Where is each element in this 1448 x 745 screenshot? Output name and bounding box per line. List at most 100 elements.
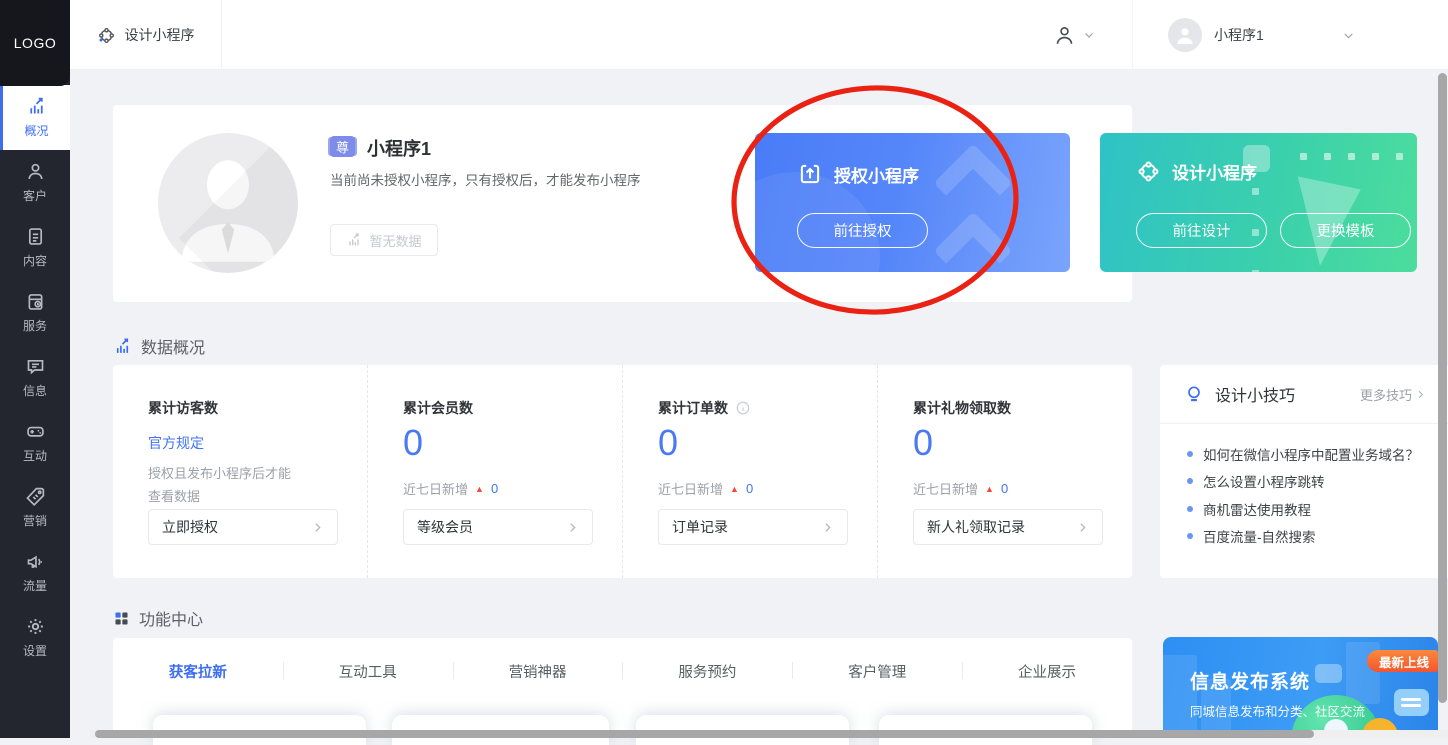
sidebar-item-label: 互动 <box>23 447 47 464</box>
data-overview-header: 数据概况 <box>113 334 205 358</box>
tab-customer-management[interactable]: 客户管理 <box>792 661 962 682</box>
profile-avatar <box>158 133 298 273</box>
chat-bubble-decoration <box>1394 689 1429 716</box>
stat-button-label: 等级会员 <box>417 517 473 537</box>
authorize-card-title-row: 授权小程序 <box>797 161 919 187</box>
tab-service-booking[interactable]: 服务预约 <box>622 661 792 682</box>
tab-enterprise-display[interactable]: 企业展示 <box>962 661 1132 682</box>
up-triangle-icon: ▲ <box>985 484 994 494</box>
sidebar-item-label: 信息 <box>23 382 47 399</box>
sidebar-item-overview[interactable]: 概况 <box>0 85 70 150</box>
horizontal-scrollbar-thumb[interactable] <box>95 730 1314 738</box>
up-triangle-icon: ▲ <box>730 484 739 494</box>
stat-delta: 近七日新增 ▲ 0 <box>403 479 622 498</box>
no-data-button[interactable]: 暂无数据 <box>330 224 438 256</box>
stat-delta: 近七日新增 ▲ 0 <box>658 479 877 498</box>
stat-button-label: 新人礼领取记录 <box>927 517 1025 537</box>
tip-item[interactable]: 商机雷达使用教程 <box>1187 495 1430 523</box>
new-release-badge: 最新上线 <box>1367 650 1438 672</box>
promo-subtitle: 同城信息发布和分类、社区交流 <box>1190 701 1365 720</box>
stat-button-label: 立即授权 <box>162 517 218 537</box>
newcomer-gift-records-button[interactable]: 新人礼领取记录 <box>913 509 1103 545</box>
go-authorize-button[interactable]: 前往授权 <box>797 213 928 248</box>
no-data-label: 暂无数据 <box>369 231 421 250</box>
chat-bubble-decoration <box>1315 664 1342 683</box>
stat-label: 累计礼物领取数 <box>913 398 1011 418</box>
change-template-button[interactable]: 更换模板 <box>1280 213 1411 248</box>
chevron-decoration <box>933 211 1012 272</box>
header-divider <box>1132 0 1133 70</box>
tips-list: 如何在微信小程序中配置业务域名？ 怎么设置小程序跳转 商机雷达使用教程 百度流量… <box>1160 424 1448 550</box>
sidebar-item-label: 营销 <box>23 512 47 529</box>
sidebar-item-traffic[interactable]: 流量 <box>0 540 70 605</box>
authorize-now-button[interactable]: 立即授权 <box>148 509 338 545</box>
member-levels-button[interactable]: 等级会员 <box>403 509 593 545</box>
account-selector[interactable]: 小程序1 <box>1168 0 1355 70</box>
chevron-down-icon <box>1083 29 1095 41</box>
chart-icon <box>346 232 362 248</box>
user-menu-button[interactable] <box>1053 0 1095 70</box>
stat-members: 累计会员数 0 近七日新增 ▲ 0 等级会员 <box>367 365 622 578</box>
tab-acquire-customers[interactable]: 获客拉新 <box>113 661 283 682</box>
tab-marketing-tools[interactable]: 营销神器 <box>453 661 623 682</box>
info-icon[interactable] <box>735 400 751 416</box>
lightbulb-icon <box>1184 384 1204 404</box>
chevron-right-icon <box>1076 521 1089 534</box>
promo-banner[interactable]: 最新上线 信息发布系统 同城信息发布和分类、社区交流 <box>1163 637 1438 738</box>
order-records-button[interactable]: 订单记录 <box>658 509 848 545</box>
sidebar-item-content[interactable]: 内容 <box>0 215 70 280</box>
official-rules-link[interactable]: 官方规定 <box>148 433 204 453</box>
tip-item[interactable]: 百度流量-自然搜索 <box>1187 523 1430 551</box>
chart-icon <box>113 337 132 356</box>
design-card-title-row: 设计小程序 <box>1136 159 1257 184</box>
sidebar-item-label: 内容 <box>23 252 47 269</box>
sidebar-item-messages[interactable]: 信息 <box>0 345 70 410</box>
stat-value: 0 <box>403 420 622 466</box>
logo-text: LOGO <box>14 35 56 51</box>
tips-title: 设计小技巧 <box>1215 382 1295 406</box>
authorize-card: 授权小程序 前往授权 <box>755 133 1070 272</box>
design-miniprogram-icon <box>97 26 116 45</box>
stat-visitors: 累计访客数 官方规定 授权且发布小程序后才能查看数据 立即授权 <box>113 365 367 578</box>
app-logo: LOGO <box>0 0 70 86</box>
stat-button-label: 订单记录 <box>672 517 728 537</box>
tip-item[interactable]: 如何在微信小程序中配置业务域名？ <box>1187 440 1430 468</box>
stat-gifts: 累计礼物领取数 0 近七日新增 ▲ 0 新人礼领取记录 <box>877 365 1132 578</box>
sidebar-item-label: 设置 <box>23 642 47 659</box>
more-tips-link[interactable]: 更多技巧 <box>1360 385 1426 404</box>
upload-icon <box>797 161 823 187</box>
up-triangle-icon: ▲ <box>475 484 484 494</box>
tip-item[interactable]: 怎么设置小程序跳转 <box>1187 468 1430 496</box>
sidebar-item-interaction[interactable]: 互动 <box>0 410 70 475</box>
header-brand-label: 设计小程序 <box>125 25 195 45</box>
data-overview-title: 数据概况 <box>141 334 205 358</box>
tab-interactive-tools[interactable]: 互动工具 <box>283 661 453 682</box>
grid-icon <box>113 610 130 627</box>
function-tabs: 获客拉新 互动工具 营销神器 服务预约 客户管理 企业展示 <box>113 638 1132 682</box>
promo-title: 信息发布系统 <box>1190 667 1310 694</box>
more-tips-label: 更多技巧 <box>1360 385 1412 404</box>
design-card: 设计小程序 前往设计 更换模板 <box>1100 133 1417 272</box>
sidebar-item-label: 服务 <box>23 317 47 334</box>
bullet-icon <box>1187 478 1193 484</box>
chevron-right-icon <box>566 521 579 534</box>
function-center-title: 功能中心 <box>139 606 203 630</box>
stat-value: 0 <box>913 420 1132 466</box>
bullet-icon <box>1187 506 1193 512</box>
sidebar-item-services[interactable]: 服务 <box>0 280 70 345</box>
stat-note: 授权且发布小程序后才能查看数据 <box>148 462 328 508</box>
vertical-scrollbar-thumb[interactable] <box>1438 73 1447 703</box>
stat-label: 累计会员数 <box>403 398 473 418</box>
sidebar-item-marketing[interactable]: 营销 <box>0 475 70 540</box>
stat-label: 累计访客数 <box>148 398 218 418</box>
sidebar-item-settings[interactable]: 设置 <box>0 605 70 670</box>
top-header: 设计小程序 小程序1 <box>70 0 1448 70</box>
header-brand[interactable]: 设计小程序 <box>70 0 222 70</box>
person-icon <box>1053 24 1076 47</box>
sidebar-item-customers[interactable]: 客户 <box>0 150 70 215</box>
dot-decoration <box>1252 270 1259 272</box>
go-design-button[interactable]: 前往设计 <box>1136 213 1267 248</box>
chevron-decoration <box>933 143 1012 222</box>
stat-delta: 近七日新增 ▲ 0 <box>913 479 1132 498</box>
stat-value: 0 <box>658 420 877 466</box>
